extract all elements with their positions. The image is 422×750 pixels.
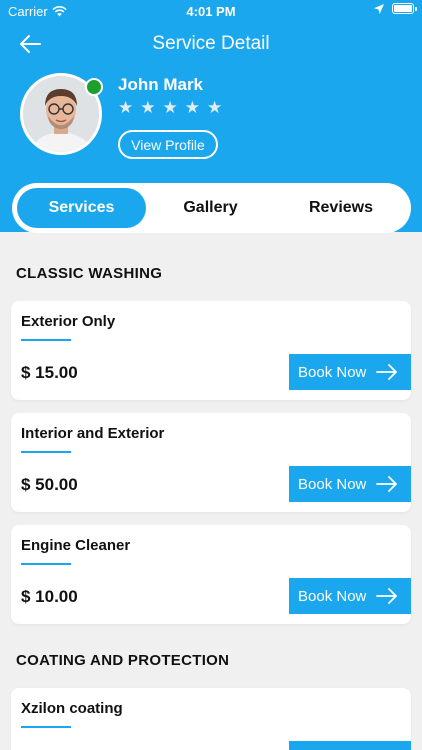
arrow-right-icon bbox=[376, 476, 398, 492]
arrow-right-icon bbox=[376, 588, 398, 604]
service-name: Interior and Exterior bbox=[21, 425, 165, 442]
tab-gallery[interactable]: Gallery bbox=[148, 188, 273, 228]
book-now-label: Book Now bbox=[298, 363, 367, 381]
section-title-classic-washing: CLASSIC WASHING bbox=[16, 265, 163, 282]
book-now-button[interactable]: Book Now bbox=[289, 466, 411, 502]
service-price: $ 10.00 bbox=[21, 587, 78, 606]
arrow-right-icon bbox=[376, 364, 398, 380]
title-underline bbox=[21, 563, 71, 565]
service-price: $ 15.00 bbox=[21, 363, 78, 382]
star-icon: ★ bbox=[118, 98, 134, 117]
star-icon: ★ bbox=[184, 98, 200, 117]
service-name: Xzilon coating bbox=[21, 700, 123, 717]
tab-reviews[interactable]: Reviews bbox=[276, 188, 406, 228]
title-underline bbox=[21, 339, 71, 341]
service-card: Interior and Exterior $ 50.00 Book Now bbox=[11, 413, 411, 512]
avatar-container bbox=[20, 73, 103, 155]
section-title-coating-protection: COATING AND PROTECTION bbox=[16, 652, 230, 669]
online-status-dot bbox=[85, 78, 103, 96]
star-icon: ★ bbox=[207, 98, 223, 117]
book-now-label: Book Now bbox=[298, 475, 367, 493]
service-card: Exterior Only $ 15.00 Book Now bbox=[11, 301, 411, 400]
location-arrow-icon bbox=[374, 3, 384, 14]
service-card: Engine Cleaner $ 10.00 Book Now bbox=[11, 525, 411, 624]
book-now-button[interactable]: Book Now bbox=[289, 578, 411, 614]
star-icon: ★ bbox=[140, 98, 156, 117]
book-now-button[interactable]: Book Now bbox=[289, 354, 411, 390]
status-right bbox=[374, 3, 417, 14]
status-bar: Carrier 4:01 PM bbox=[0, 0, 422, 22]
battery-icon bbox=[392, 3, 417, 14]
book-now-button[interactable] bbox=[289, 741, 411, 750]
service-name: Exterior Only bbox=[21, 313, 116, 330]
tab-bar: Services Gallery Reviews bbox=[12, 183, 411, 233]
star-icon: ★ bbox=[162, 98, 178, 117]
service-price: $ 50.00 bbox=[21, 475, 78, 494]
title-underline bbox=[21, 451, 71, 453]
page-title: Service Detail bbox=[152, 33, 270, 54]
profile-name: John Mark bbox=[118, 75, 204, 94]
title-underline bbox=[21, 726, 71, 728]
tab-services[interactable]: Services bbox=[17, 188, 146, 228]
service-name: Engine Cleaner bbox=[21, 537, 131, 554]
rating-stars: ★ ★ ★ ★ ★ bbox=[118, 98, 222, 118]
status-time: 4:01 PM bbox=[186, 4, 236, 19]
service-card: Xzilon coating bbox=[11, 688, 411, 750]
book-now-label: Book Now bbox=[298, 587, 367, 605]
view-profile-button[interactable]: View Profile bbox=[118, 130, 218, 159]
nav-bar: Service Detail bbox=[0, 28, 422, 60]
